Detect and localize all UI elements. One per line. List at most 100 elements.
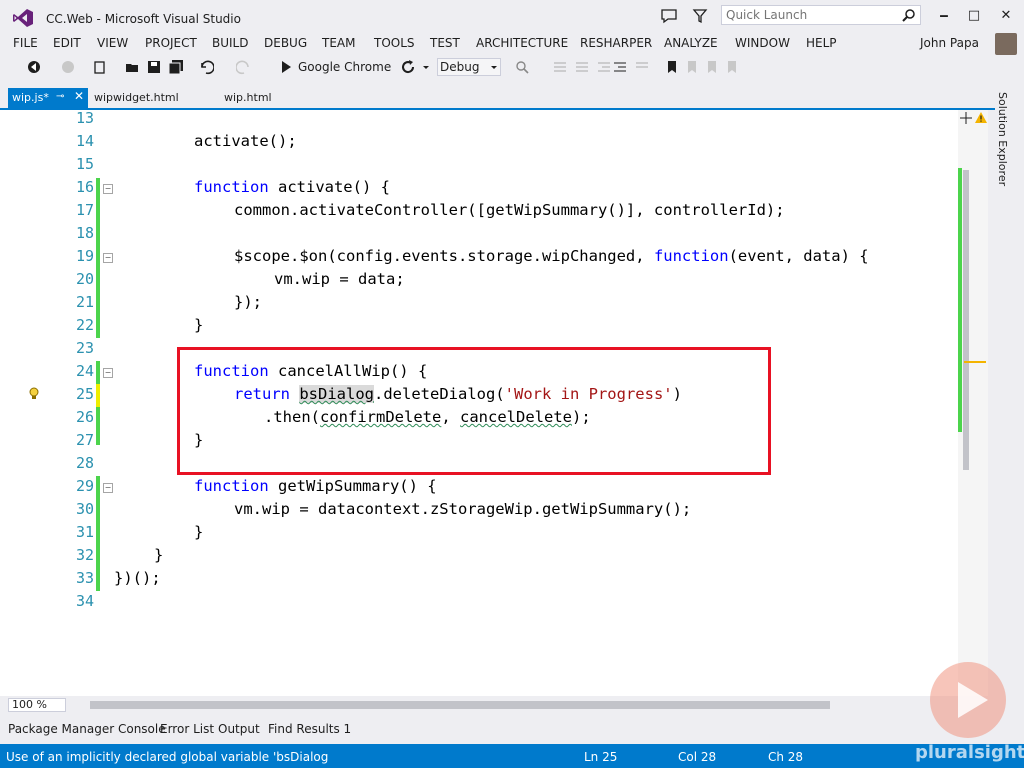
solution-explorer-tab[interactable]: Solution Explorer [996, 92, 1009, 186]
bookmark-icon[interactable] [664, 59, 680, 75]
saved-change-marker [96, 407, 100, 445]
caret-position-marker [964, 361, 986, 363]
code-line[interactable]: function activate() { [114, 176, 390, 199]
tab-package-manager-console[interactable]: Package Manager Console [8, 722, 166, 736]
status-char: Ch 28 [768, 750, 804, 764]
refresh-icon[interactable] [400, 59, 416, 75]
menu-analyze[interactable]: ANALYZE [664, 36, 718, 50]
saved-change-marker [96, 361, 100, 384]
collapse-icon[interactable]: − [103, 368, 113, 378]
comment-icon[interactable] [634, 59, 650, 75]
collapse-icon[interactable]: − [103, 184, 113, 194]
chevron-down-icon[interactable] [418, 59, 434, 75]
tab-find-results[interactable]: Find Results 1 [268, 722, 351, 736]
menu-help[interactable]: HELP [806, 36, 837, 50]
menu-resharper[interactable]: RESHARPER [580, 36, 652, 50]
find-in-files-icon[interactable] [514, 59, 530, 75]
search-icon[interactable] [902, 8, 916, 22]
highlight-box [177, 347, 771, 475]
window-title: CC.Web - Microsoft Visual Studio [46, 12, 241, 26]
zoom-dropdown[interactable]: 100 % [8, 698, 66, 712]
watermark-logo: pluralsight [915, 742, 1024, 763]
line-number: 29 [75, 477, 94, 495]
tab-wipwidget-html[interactable]: wipwidget.html [94, 91, 179, 104]
menu-tools[interactable]: TOOLS [374, 36, 415, 50]
change-overview-marker [958, 168, 962, 432]
unsaved-change-marker [96, 384, 100, 407]
tab-label: wip.js* [12, 91, 49, 104]
code-line[interactable]: } [114, 314, 203, 337]
open-file-icon[interactable] [124, 59, 140, 75]
minimize-button[interactable]: 🗕 [932, 6, 956, 26]
menu-build[interactable]: BUILD [212, 36, 248, 50]
menu-test[interactable]: TEST [430, 36, 460, 50]
redo-icon[interactable] [236, 59, 252, 75]
scrollbar-thumb[interactable] [963, 170, 969, 470]
outdent-icon[interactable] [596, 59, 612, 75]
code-line[interactable]: vm.wip = datacontext.zStorageWip.getWipS… [114, 498, 691, 521]
prev-bookmark-icon[interactable] [684, 59, 700, 75]
tab-output[interactable]: Output [218, 722, 260, 736]
menu-edit[interactable]: EDIT [53, 36, 81, 50]
collapse-icon[interactable]: − [103, 483, 113, 493]
line-number: 17 [75, 201, 94, 219]
close-button[interactable]: ✕ [994, 6, 1018, 26]
indent-icon[interactable] [612, 59, 628, 75]
menu-window[interactable]: WINDOW [735, 36, 790, 50]
uncomment-icon[interactable] [574, 59, 590, 75]
line-number: 21 [75, 293, 94, 311]
line-number: 14 [75, 132, 94, 150]
menu-file[interactable]: FILE [13, 36, 38, 50]
undo-icon[interactable] [198, 59, 214, 75]
code-line[interactable]: $scope.$on(config.events.storage.wipChan… [114, 245, 869, 268]
code-line[interactable]: vm.wip = data; [114, 268, 405, 291]
avatar[interactable] [995, 33, 1017, 55]
menu-architecture[interactable]: ARCHITECTURE [476, 36, 568, 50]
code-line[interactable]: activate(); [114, 130, 297, 153]
line-number: 30 [75, 500, 94, 518]
split-editor-icon[interactable] [960, 112, 972, 124]
browser-selector[interactable]: Google Chrome [298, 60, 391, 74]
next-bookmark-icon[interactable] [704, 59, 720, 75]
code-line[interactable]: })(); [114, 567, 161, 590]
line-number: 24 [75, 362, 94, 380]
save-icon[interactable] [146, 59, 162, 75]
visual-studio-logo-icon [13, 9, 33, 27]
menu-view[interactable]: VIEW [97, 36, 128, 50]
code-line[interactable]: } [114, 521, 203, 544]
pin-icon[interactable]: ⊸ [56, 91, 64, 102]
quick-launch-input[interactable] [722, 6, 900, 24]
comment-out-icon[interactable] [552, 59, 568, 75]
code-line[interactable]: }); [114, 291, 262, 314]
code-line[interactable]: function getWipSummary() { [114, 475, 437, 498]
code-line[interactable]: } [114, 544, 163, 567]
code-line[interactable]: common.activateController([getWipSummary… [114, 199, 785, 222]
horizontal-scrollbar-thumb[interactable] [90, 701, 830, 709]
new-project-icon[interactable] [92, 59, 108, 75]
tab-error-list[interactable]: Error List [160, 722, 214, 736]
quick-launch-box[interactable] [721, 5, 921, 25]
chevron-down-icon[interactable] [486, 59, 502, 75]
tab-wip-html[interactable]: wip.html [224, 91, 272, 104]
close-icon[interactable]: ✕ [74, 89, 84, 103]
maximize-button[interactable]: □ [962, 6, 986, 26]
user-name[interactable]: John Papa [920, 36, 979, 50]
line-number: 28 [75, 454, 94, 472]
menu-team[interactable]: TEAM [322, 36, 355, 50]
line-number: 19 [75, 247, 94, 265]
play-icon[interactable] [958, 682, 988, 718]
feedback-filter-icon[interactable] [692, 8, 708, 24]
warning-icon[interactable] [975, 112, 987, 124]
line-number: 34 [75, 592, 94, 610]
notifications-icon[interactable] [660, 8, 678, 24]
navigate-back-icon[interactable] [26, 59, 42, 75]
start-debugging-icon[interactable] [278, 59, 294, 75]
menu-project[interactable]: PROJECT [145, 36, 197, 50]
status-line: Ln 25 [584, 750, 618, 764]
clear-bookmarks-icon[interactable] [724, 59, 740, 75]
navigate-forward-icon[interactable] [60, 59, 76, 75]
collapse-icon[interactable]: − [103, 253, 113, 263]
menu-debug[interactable]: DEBUG [264, 36, 307, 50]
line-number: 13 [75, 109, 94, 127]
save-all-icon[interactable] [168, 59, 184, 75]
